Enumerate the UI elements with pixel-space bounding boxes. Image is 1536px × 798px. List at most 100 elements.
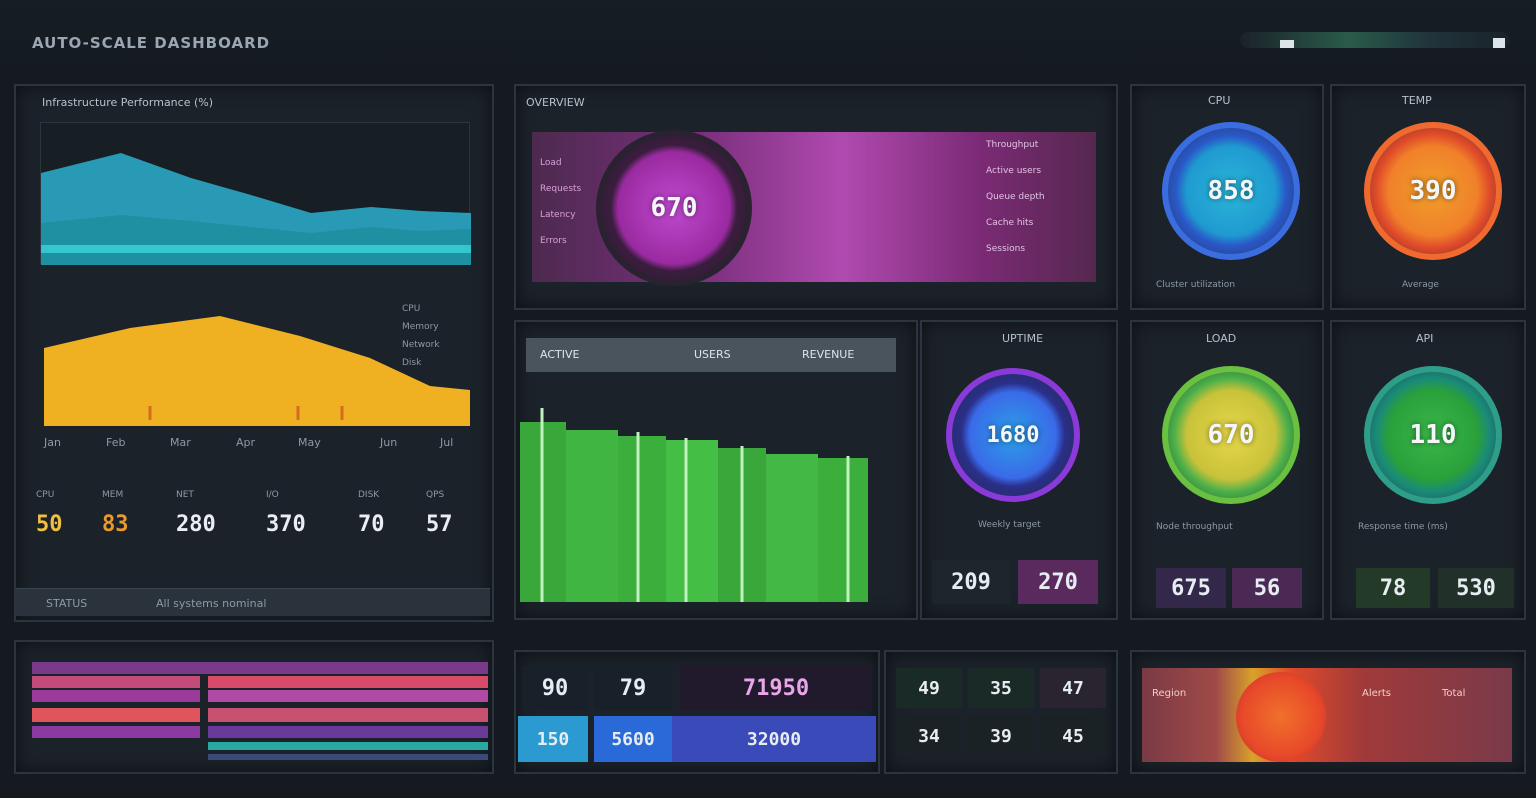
bars-header: ACTIVE USERS REVENUE — [526, 338, 896, 372]
legend-item: CPU — [402, 304, 421, 314]
uptime-tile: 270 — [1018, 560, 1098, 604]
mid-tile: 49 — [896, 668, 962, 708]
stripe — [208, 708, 488, 722]
stripe — [208, 754, 488, 760]
api-panel: API 110 Response time (ms) 78 530 — [1330, 320, 1526, 620]
stat-value: 370 — [266, 512, 306, 537]
cpu-title: CPU — [1208, 94, 1231, 107]
uptime-caption: Weekly target — [978, 520, 1041, 530]
temp-gauge: 390 — [1364, 122, 1502, 260]
overview-gauge-value: 670 — [650, 193, 698, 223]
bar — [618, 436, 666, 602]
stat-label: MEM — [102, 490, 124, 500]
bottom-tile: 71950 — [680, 666, 872, 710]
side-item: Queue depth — [986, 192, 1045, 202]
teal-area-chart — [40, 122, 471, 265]
bottom-tile: 79 — [594, 666, 672, 710]
bottom-tile: 5600 — [594, 716, 672, 762]
uptime-gauge: 1680 — [946, 368, 1080, 502]
bars-header-cell: REVENUE — [802, 348, 855, 361]
stat-label: QPS — [426, 490, 445, 500]
load-panel: LOAD 670 Node throughput 675 56 — [1130, 320, 1324, 620]
mid-tile: 34 — [896, 716, 962, 756]
stripe-chart-svg — [32, 662, 488, 760]
teal-baseline — [41, 245, 471, 253]
overview-title: OVERVIEW — [526, 96, 585, 109]
teal-area-svg — [41, 153, 471, 265]
heat-label: Total — [1442, 688, 1466, 699]
area-chart-title: Infrastructure Performance (%) — [42, 96, 214, 109]
api-title: API — [1416, 332, 1434, 345]
heat-label: Alerts — [1362, 688, 1392, 699]
bottom-right-panel: Region Alerts Total — [1130, 650, 1526, 774]
load-title: LOAD — [1206, 332, 1237, 345]
api-caption: Response time (ms) — [1358, 522, 1448, 532]
api-tile: 530 — [1438, 568, 1514, 608]
row-labels: Load Requests Latency Errors — [540, 158, 600, 278]
stat-value: 50 — [36, 512, 63, 537]
bottom-left-panel — [14, 640, 494, 774]
close-icon[interactable] — [1493, 38, 1505, 48]
x-tick: Mar — [170, 436, 191, 449]
row-label: Errors — [540, 236, 567, 246]
mid-tile: 45 — [1040, 716, 1106, 756]
stripe — [208, 690, 488, 702]
bars-panel: ACTIVE USERS REVENUE — [514, 320, 918, 620]
stripe — [32, 726, 200, 738]
stat-label: I/O — [266, 490, 279, 500]
x-tick: Feb — [106, 436, 126, 449]
stat-label: CPU — [36, 490, 55, 500]
cpu-gauge-value: 858 — [1207, 176, 1255, 206]
stripe — [208, 742, 488, 750]
stripe — [32, 662, 488, 674]
bottom-center-panel: 90 79 71950 150 5600 32000 — [514, 650, 880, 774]
mid-tile: 47 — [1040, 668, 1106, 708]
heat-label: Region — [1152, 688, 1187, 699]
load-tile: 675 — [1156, 568, 1226, 608]
bottom-tile: 90 — [522, 666, 588, 710]
x-tick: Jan — [44, 436, 61, 449]
bottom-tile: 32000 — [672, 716, 876, 762]
side-item: Sessions — [986, 244, 1026, 254]
stat-value: 280 — [176, 512, 216, 537]
api-gauge: 110 — [1364, 366, 1502, 504]
bottom-mid-panel: 49 35 47 34 39 45 — [884, 650, 1118, 774]
api-tile: 78 — [1356, 568, 1430, 608]
stripe — [32, 708, 200, 722]
row-label: Load — [540, 158, 562, 168]
row-label: Latency — [540, 210, 576, 220]
legend-item: Disk — [402, 358, 422, 368]
stat-value: 57 — [426, 512, 453, 537]
cpu-panel: CPU 858 Cluster utilization — [1130, 84, 1324, 310]
legend-item: Memory — [402, 322, 439, 332]
stripe — [208, 726, 488, 738]
chart-legend: CPU Memory Network Disk — [402, 304, 468, 382]
bar — [666, 440, 718, 602]
bar — [818, 458, 868, 602]
x-tick: Jun — [380, 436, 398, 449]
x-tick: Apr — [236, 436, 256, 449]
load-caption: Node throughput — [1156, 522, 1233, 532]
stat-value: 70 — [358, 512, 385, 537]
heat-band — [1142, 668, 1512, 762]
heat-gauge — [1236, 672, 1326, 762]
row-label: Requests — [540, 184, 582, 194]
stats-row: CPU 50 MEM 83 NET 280 I/O 370 DISK 70 QP… — [36, 490, 476, 560]
x-axis: Jan Feb Mar Apr May Jun Jul — [44, 436, 474, 452]
x-tick: May — [298, 436, 321, 449]
menu-icon[interactable] — [1280, 40, 1294, 48]
temp-panel: TEMP 390 Average — [1330, 84, 1526, 310]
x-tick: Jul — [440, 436, 454, 449]
uptime-gauge-value: 1680 — [986, 422, 1040, 448]
load-gauge-value: 670 — [1207, 420, 1255, 450]
uptime-tile: 209 — [932, 560, 1010, 604]
temp-title: TEMP — [1402, 94, 1432, 107]
left-panel: Infrastructure Performance (%) CPU Memor… — [14, 84, 494, 622]
uptime-panel: UPTIME 1680 Weekly target 209 270 — [920, 320, 1118, 620]
overview-panel: OVERVIEW Load Requests Latency Errors 67… — [514, 84, 1118, 310]
stat-label: NET — [176, 490, 194, 500]
green-bars-svg — [520, 408, 868, 602]
temp-gauge-value: 390 — [1409, 176, 1457, 206]
mid-tile: 39 — [968, 716, 1034, 756]
legend-item: Network — [402, 340, 440, 350]
